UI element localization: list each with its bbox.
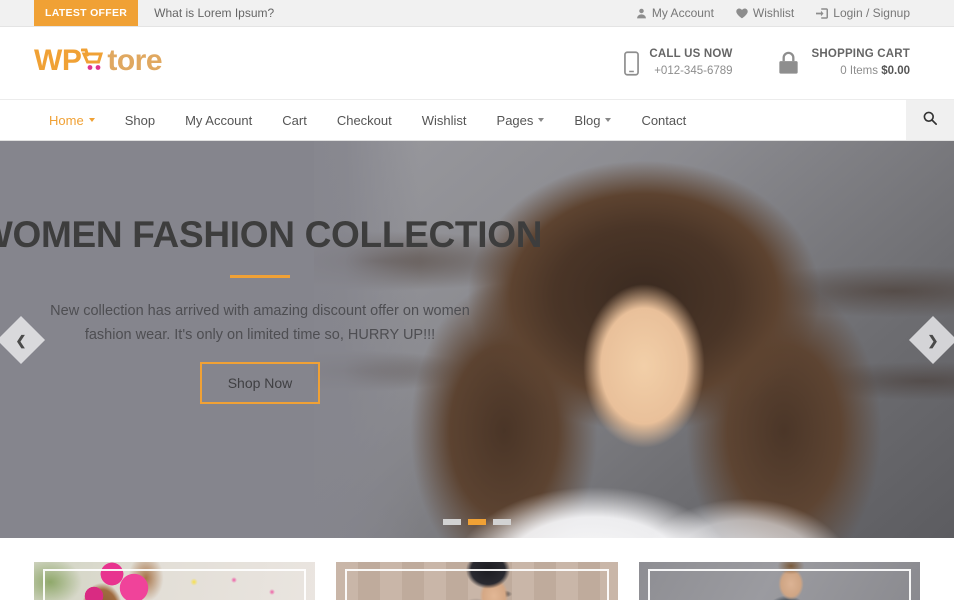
hero-description: New collection has arrived with amazing … xyxy=(50,303,470,344)
site-logo[interactable]: WP tore xyxy=(34,44,163,77)
call-us-block[interactable]: CALL US NOW +012-345-6789 xyxy=(624,46,733,79)
nav-label: Contact xyxy=(641,112,687,128)
promo-banner-border xyxy=(647,569,911,600)
promo-banner-2[interactable] xyxy=(336,562,618,600)
nav-label: Wishlist xyxy=(421,112,467,128)
nav-label: My Account xyxy=(185,112,253,128)
promo-banner-3[interactable] xyxy=(638,562,920,600)
slider-dot-2[interactable] xyxy=(468,519,486,525)
sign-in-icon xyxy=(816,7,829,19)
nav-item-pages[interactable]: Pages xyxy=(482,100,560,140)
cart-total: $0.00 xyxy=(881,65,910,77)
nav-label: Cart xyxy=(282,112,307,128)
main-navigation: Home Shop My Account Cart Checkout Wishl… xyxy=(0,99,954,141)
shopping-cart-summary: 0 Items $0.00 xyxy=(812,63,910,80)
nav-item-wishlist[interactable]: Wishlist xyxy=(407,100,482,140)
nav-label: Blog xyxy=(574,112,601,128)
nav-label: Pages xyxy=(496,112,534,128)
nav-item-cart[interactable]: Cart xyxy=(267,100,322,140)
heart-icon xyxy=(736,8,748,19)
shopping-cart-block[interactable]: SHOPPING CART 0 Items $0.00 xyxy=(775,46,910,79)
top-bar: LATEST OFFER What is Lorem Ipsum? My Acc… xyxy=(0,0,954,27)
promo-banner-strip xyxy=(0,538,954,600)
nav-item-checkout[interactable]: Checkout xyxy=(322,100,407,140)
nav-label: Shop xyxy=(124,112,156,128)
login-signup-link[interactable]: Login / Signup xyxy=(816,6,910,20)
hero-content: WOMEN FASHION COLLECTION New collection … xyxy=(0,141,542,538)
search-button[interactable] xyxy=(906,100,954,140)
my-account-label: My Account xyxy=(651,6,714,20)
call-us-number: +012-345-6789 xyxy=(654,65,733,77)
chevron-right-icon: ❯ xyxy=(927,332,939,347)
top-bar-right: My Account Wishlist Login / Signup xyxy=(636,0,954,26)
hero-title: WOMEN FASHION COLLECTION xyxy=(0,213,543,255)
chevron-left-icon: ❮ xyxy=(15,332,27,347)
nav-item-home[interactable]: Home xyxy=(34,100,110,140)
site-header: WP tore CALL US NOW +012-345-6789 SHOPPI… xyxy=(0,27,954,99)
slider-dot-3[interactable] xyxy=(493,519,511,525)
nav-item-blog[interactable]: Blog xyxy=(559,100,626,140)
shop-now-button[interactable]: Shop Now xyxy=(199,362,321,405)
nav-label: Home xyxy=(49,112,84,128)
promo-banner-1[interactable] xyxy=(34,562,316,600)
hero-divider xyxy=(230,275,290,279)
logo-text-wp: WP xyxy=(34,44,82,77)
slider-dot-1[interactable] xyxy=(443,519,461,525)
call-us-text: CALL US NOW +012-345-6789 xyxy=(649,46,732,79)
call-us-title: CALL US NOW xyxy=(649,48,733,61)
user-icon xyxy=(636,8,647,19)
nav-items: Home Shop My Account Cart Checkout Wishl… xyxy=(0,100,701,140)
latest-offer-badge: LATEST OFFER xyxy=(34,0,139,26)
promo-banner-border xyxy=(43,569,307,600)
wishlist-label: Wishlist xyxy=(752,6,795,20)
shopping-cart-title: SHOPPING CART xyxy=(811,48,910,61)
chevron-down-icon xyxy=(605,118,612,122)
logo-text-tore: tore xyxy=(107,44,163,77)
chevron-down-icon xyxy=(538,118,545,122)
mobile-phone-icon xyxy=(624,50,640,76)
shopping-bag-icon xyxy=(775,50,802,76)
chevron-down-icon xyxy=(88,118,95,122)
slider-pagination xyxy=(0,519,954,525)
nav-item-shop[interactable]: Shop xyxy=(110,100,170,140)
top-bar-left: LATEST OFFER What is Lorem Ipsum? xyxy=(0,0,274,26)
wishlist-link[interactable]: Wishlist xyxy=(736,6,794,20)
nav-item-contact[interactable]: Contact xyxy=(626,100,701,140)
shopping-cart-icon xyxy=(80,46,107,76)
my-account-link[interactable]: My Account xyxy=(636,6,714,20)
cart-item-count: 0 Items xyxy=(840,65,879,77)
nav-item-my-account[interactable]: My Account xyxy=(170,100,267,140)
search-icon xyxy=(923,111,937,130)
nav-label: Checkout xyxy=(336,112,392,128)
header-right: CALL US NOW +012-345-6789 SHOPPING CART … xyxy=(624,46,910,79)
latest-offer-link[interactable]: What is Lorem Ipsum? xyxy=(138,0,274,26)
login-signup-label: Login / Signup xyxy=(833,6,910,20)
hero-slider: WOMEN FASHION COLLECTION New collection … xyxy=(0,141,954,538)
shopping-cart-text: SHOPPING CART 0 Items $0.00 xyxy=(812,46,910,79)
promo-banner-border xyxy=(345,569,609,600)
